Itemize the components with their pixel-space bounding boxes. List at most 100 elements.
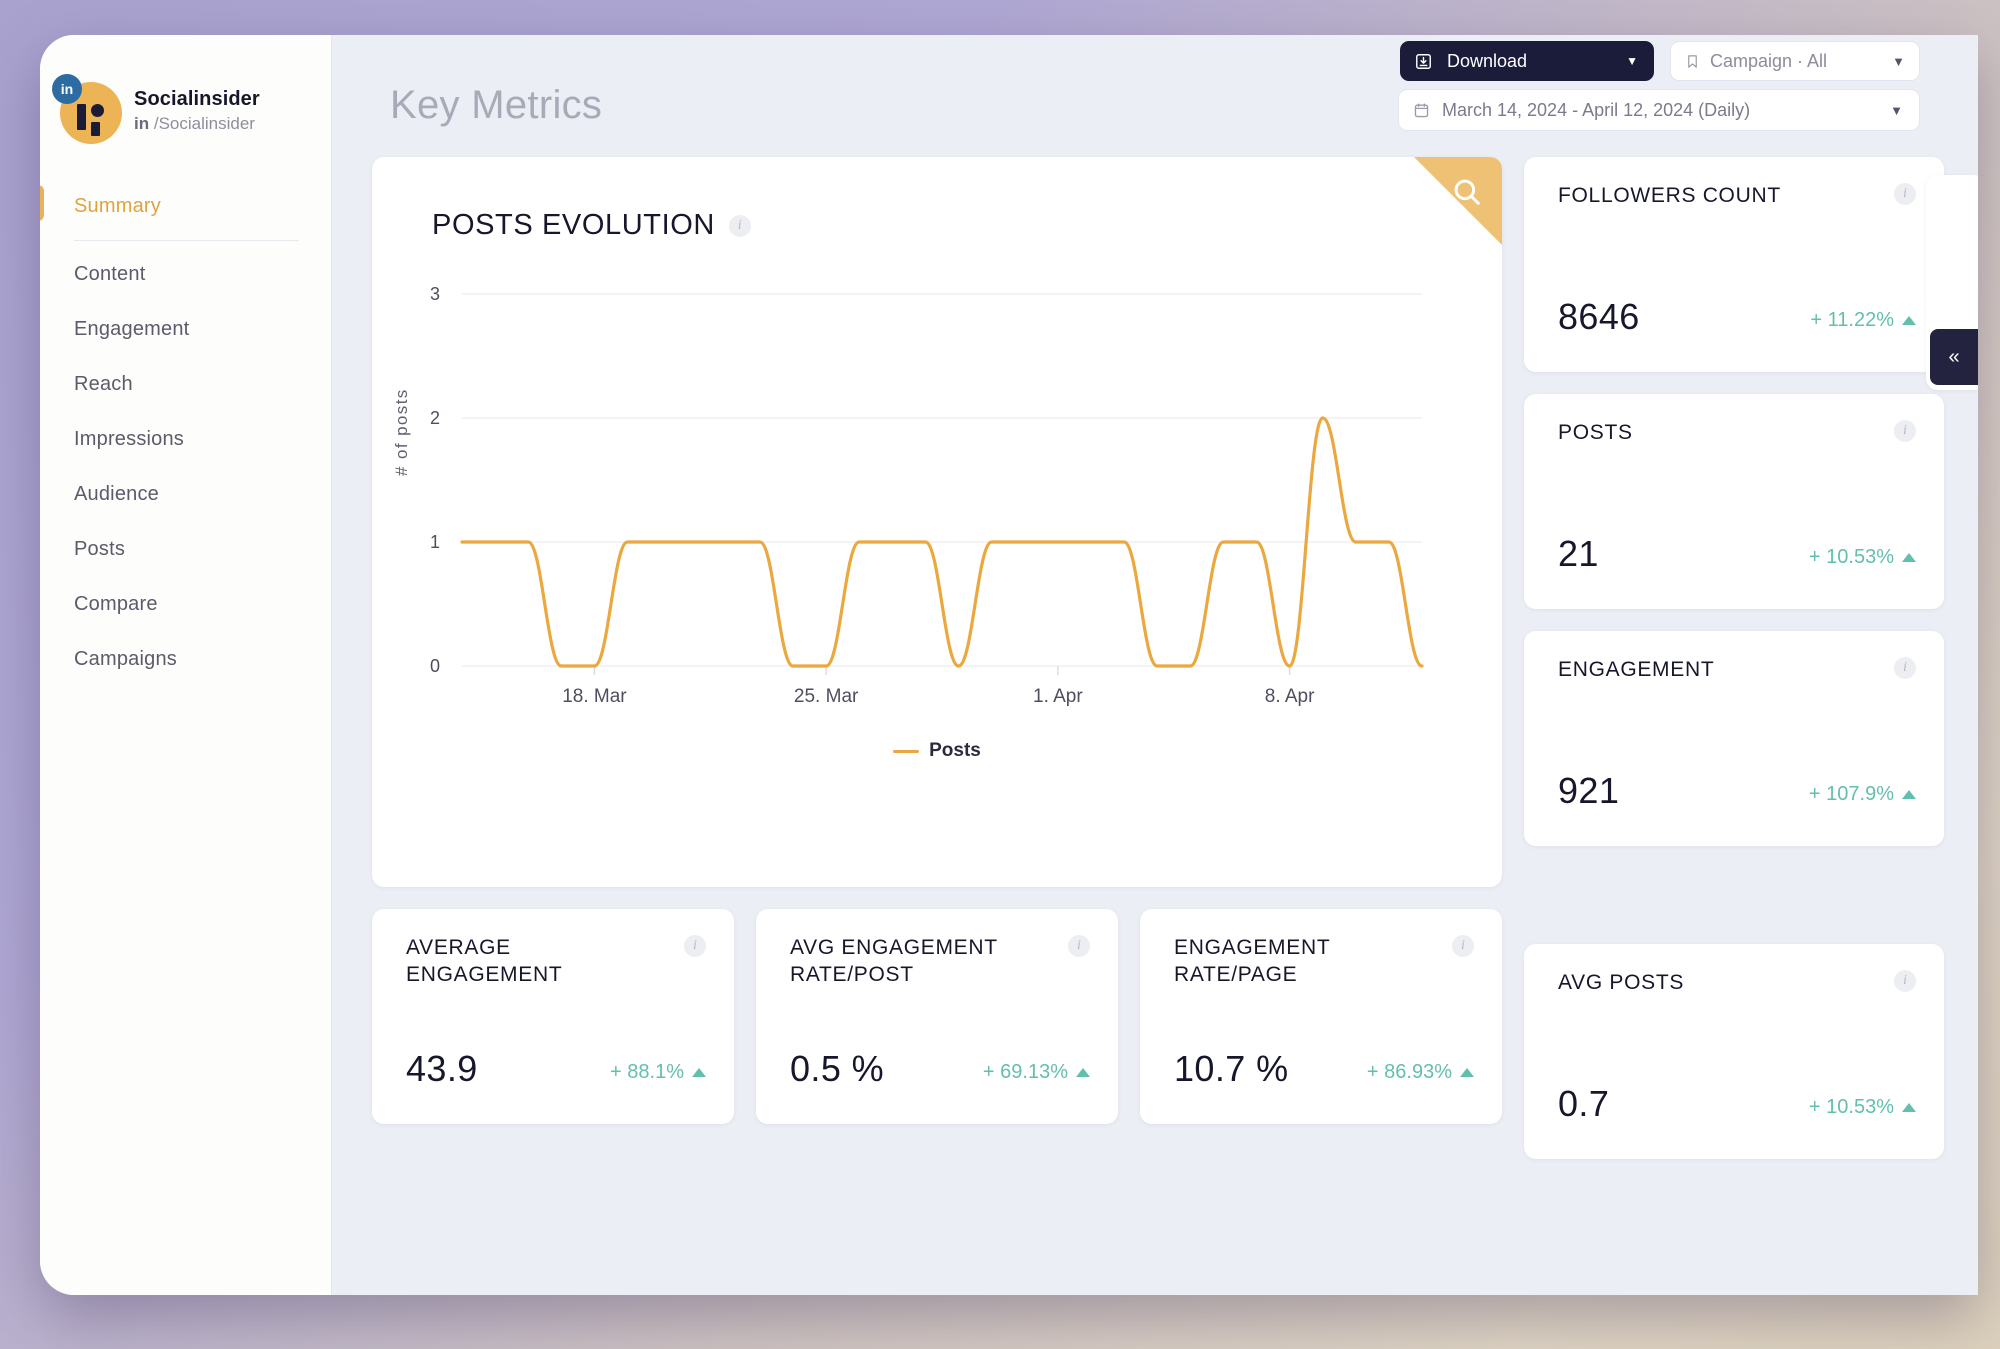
info-icon[interactable]: i bbox=[728, 214, 751, 237]
download-button-label: Download bbox=[1447, 50, 1528, 71]
metric-delta-text: + 88.1% bbox=[610, 1061, 684, 1083]
metric-delta: + 86.93% bbox=[1367, 1061, 1474, 1084]
trend-up-icon bbox=[1902, 1103, 1916, 1112]
trend-up-icon bbox=[1902, 553, 1916, 562]
chart-y-axis-label: # of posts bbox=[392, 388, 411, 476]
sidebar-item-compare[interactable]: Compare bbox=[40, 577, 331, 632]
metric-delta-text: + 86.93% bbox=[1366, 1061, 1452, 1083]
metric-label: AVERAGE ENGAGEMENT bbox=[406, 936, 563, 986]
sidebar-item-campaigns[interactable]: Campaigns bbox=[40, 632, 331, 687]
metric-delta-text: + 69.13% bbox=[982, 1061, 1068, 1083]
metric-value: 43.9 bbox=[406, 1048, 478, 1089]
metric-label: ENGAGEMENT bbox=[1558, 658, 1715, 681]
metric-label: FOLLOWERS COUNT bbox=[1558, 184, 1781, 207]
download-icon bbox=[1414, 52, 1433, 71]
profile-handle-text: /Socialinsider bbox=[153, 114, 255, 133]
chart-search-button[interactable] bbox=[1414, 157, 1502, 245]
svg-text:1: 1 bbox=[430, 532, 440, 552]
metric-label: ENGAGEMENT RATE/PAGE bbox=[1174, 936, 1330, 986]
metric-delta: + 88.1% bbox=[610, 1061, 706, 1084]
metric-label: AVG ENGAGEMENT RATE/POST bbox=[790, 936, 998, 986]
metric-delta: + 69.13% bbox=[983, 1061, 1090, 1084]
search-icon bbox=[1454, 179, 1480, 205]
chevron-down-icon: ▼ bbox=[1892, 53, 1905, 69]
trend-up-icon bbox=[692, 1068, 706, 1077]
metric-delta-text: + 11.22% bbox=[1810, 309, 1894, 331]
trend-up-icon bbox=[1902, 316, 1916, 325]
metric-label: AVG POSTS bbox=[1558, 971, 1685, 994]
calendar-icon bbox=[1413, 102, 1430, 119]
chart-plot-area: # of posts 0 1 2 3 18. Mar 25. Mar 1. Apr 8. Ap… bbox=[372, 276, 1502, 746]
info-icon[interactable]: i bbox=[684, 935, 706, 957]
download-button[interactable]: Download ▼ bbox=[1400, 41, 1654, 81]
bookmark-icon bbox=[1685, 53, 1700, 70]
sidebar-item-summary[interactable]: Summary bbox=[40, 179, 331, 234]
svg-text:8. Apr: 8. Apr bbox=[1265, 686, 1315, 707]
chevron-down-icon: ▼ bbox=[1626, 54, 1638, 68]
chart-title: POSTS EVOLUTION bbox=[432, 209, 715, 241]
posts-evolution-card: POSTS EVOLUTION i # of posts 0 1 2 3 18. Mar… bbox=[372, 157, 1502, 887]
svg-text:2: 2 bbox=[430, 408, 440, 428]
page-title: Key Metrics bbox=[390, 83, 603, 127]
campaign-select[interactable]: Campaign · All ▼ bbox=[1670, 41, 1920, 81]
trend-up-icon bbox=[1076, 1068, 1090, 1077]
profile-handle: in /Socialinsider bbox=[134, 114, 260, 134]
metric-delta: + 107.9% bbox=[1809, 783, 1916, 806]
profile-header[interactable]: in Socialinsider in /Socialinsider bbox=[40, 57, 331, 153]
metric-card-engagement-rate-page: ENGAGEMENT RATE/PAGE i 10.7 % + 86.93% bbox=[1140, 909, 1502, 1124]
sidebar-item-posts[interactable]: Posts bbox=[40, 522, 331, 577]
chart-svg[interactable]: 0 1 2 3 18. Mar 25. Mar 1. Apr 8. Apr bbox=[372, 276, 1442, 746]
profile-name: Socialinsider bbox=[134, 88, 260, 110]
svg-text:1. Apr: 1. Apr bbox=[1033, 686, 1083, 707]
metric-value: 0.7 bbox=[1558, 1083, 1610, 1124]
sidebar-item-content[interactable]: Content bbox=[40, 247, 331, 302]
legend-swatch-posts bbox=[893, 749, 920, 753]
info-icon[interactable]: i bbox=[1894, 420, 1916, 442]
metric-label: POSTS bbox=[1558, 421, 1633, 444]
info-icon[interactable]: i bbox=[1894, 970, 1916, 992]
info-icon[interactable]: i bbox=[1894, 657, 1916, 679]
avatar: in bbox=[52, 74, 122, 144]
metric-delta: + 10.53% bbox=[1809, 1096, 1916, 1119]
metric-card-avg-engagement-rate-post: AVG ENGAGEMENT RATE/POST i 0.5 % + 69.13… bbox=[756, 909, 1118, 1124]
metric-value: 0.5 % bbox=[790, 1048, 885, 1089]
date-range-select[interactable]: March 14, 2024 - April 12, 2024 (Daily) … bbox=[1398, 89, 1920, 131]
metric-delta-text: + 10.53% bbox=[1808, 546, 1894, 568]
topbar: Key Metrics Download ▼ Campaign · All ▼ … bbox=[372, 35, 1950, 157]
metric-value: 921 bbox=[1558, 770, 1620, 811]
metric-delta-text: + 10.53% bbox=[1808, 1096, 1894, 1118]
main-content: Key Metrics Download ▼ Campaign · All ▼ … bbox=[332, 35, 1978, 1295]
right-column: FOLLOWERS COUNT i 8646 + 11.22% POSTS i … bbox=[1524, 157, 1944, 1159]
svg-text:18. Mar: 18. Mar bbox=[562, 686, 627, 707]
sidebar-item-impressions[interactable]: Impressions bbox=[40, 412, 331, 467]
metric-value: 10.7 % bbox=[1174, 1048, 1289, 1089]
svg-text:25. Mar: 25. Mar bbox=[794, 686, 859, 707]
trend-up-icon bbox=[1460, 1068, 1474, 1077]
bottom-metric-row: AVERAGE ENGAGEMENT i 43.9 + 88.1% AVG EN… bbox=[372, 909, 1502, 1124]
metric-card-posts: POSTS i 21 + 10.53% bbox=[1524, 394, 1944, 609]
collapse-panel-button[interactable]: « bbox=[1930, 329, 1978, 385]
metric-delta: + 11.22% bbox=[1810, 309, 1916, 332]
sidebar-item-reach[interactable]: Reach bbox=[40, 357, 331, 412]
sidebar: in Socialinsider in /Socialinsider Summa… bbox=[40, 35, 332, 1295]
chevron-down-icon: ▼ bbox=[1890, 102, 1903, 118]
chart-title-row: POSTS EVOLUTION i bbox=[372, 157, 1502, 242]
topbar-controls: Download ▼ Campaign · All ▼ March 14, 20… bbox=[1398, 41, 1920, 131]
campaign-select-value: Campaign · All bbox=[1710, 50, 1828, 71]
sidebar-nav: Summary Content Engagement Reach Impress… bbox=[40, 179, 331, 687]
svg-text:0: 0 bbox=[430, 656, 440, 676]
metric-card-avg-posts: AVG POSTS i 0.7 + 10.53% bbox=[1524, 944, 1944, 1159]
info-icon[interactable]: i bbox=[1452, 935, 1474, 957]
trend-up-icon bbox=[1902, 790, 1916, 799]
info-icon[interactable]: i bbox=[1894, 183, 1916, 205]
dashboard-board: POSTS EVOLUTION i # of posts 0 1 2 3 18. Mar… bbox=[372, 157, 1978, 1159]
linkedin-badge-icon: in bbox=[52, 74, 82, 104]
sidebar-item-audience[interactable]: Audience bbox=[40, 467, 331, 522]
metric-delta-text: + 107.9% bbox=[1808, 783, 1894, 805]
sidebar-item-engagement[interactable]: Engagement bbox=[40, 302, 331, 357]
sidebar-divider bbox=[74, 240, 299, 241]
network-prefix-label: in bbox=[134, 114, 150, 133]
info-icon[interactable]: i bbox=[1068, 935, 1090, 957]
app-window: in Socialinsider in /Socialinsider Summa… bbox=[40, 35, 1978, 1295]
metric-card-followers-count: FOLLOWERS COUNT i 8646 + 11.22% bbox=[1524, 157, 1944, 372]
